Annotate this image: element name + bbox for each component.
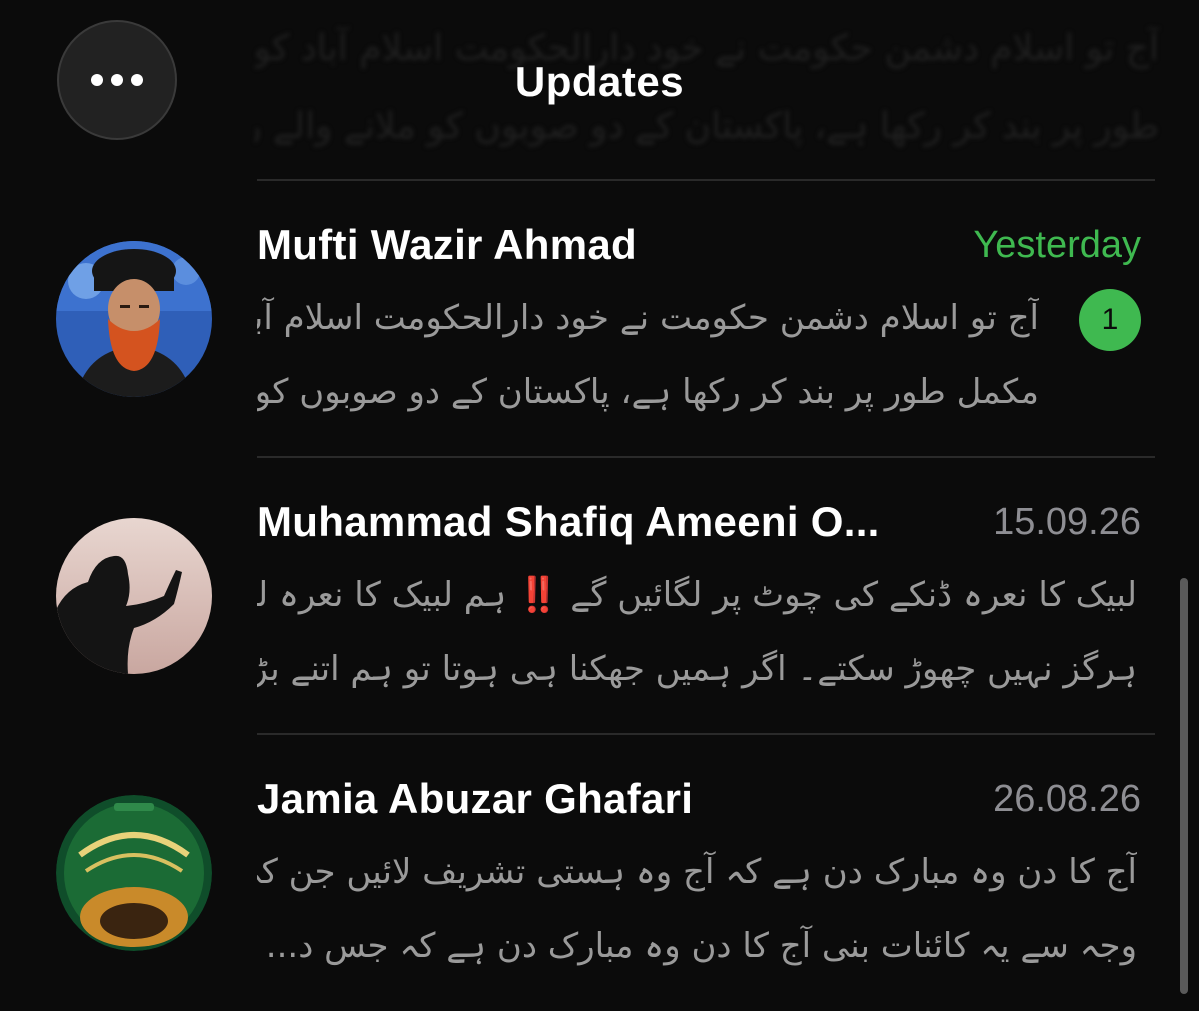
chat-preview: آج تو اسلام دشمن حکومت نے خود دارالحکومت… <box>257 281 1039 429</box>
unread-count-badge: 1 <box>1079 289 1141 351</box>
preview-line-2: وجہ سے یہ کائنات بنی آج کا دن وہ مبارک د… <box>265 926 1137 966</box>
header: آج تو اسلام دشمن حکومت نے خود دارالحکومت… <box>0 0 1199 178</box>
preview-line-2: ہرگز نہیں چھوڑ سکتے۔ اگر ہمیں جھکنا ہی ہ… <box>257 649 1137 689</box>
preview-line-1: آج تو اسلام دشمن حکومت نے خود دارالحکومت… <box>257 298 1039 338</box>
double-exclamation-emoji: ‼️ <box>517 575 560 615</box>
chat-row-jamia-abuzar-ghafari[interactable]: Jamia Abuzar Ghafari 26.08.26 آج کا دن و… <box>0 735 1199 1011</box>
preview-text-part-1: لبیک کا نعرہ ڈنکے کی چوٹ پر لگائیں گے <box>570 575 1137 615</box>
chat-name: Muhammad Shafiq Ameeni O... <box>257 498 880 545</box>
chat-date: Yesterday <box>973 224 1141 266</box>
avatar <box>56 795 212 951</box>
scrollbar[interactable] <box>1180 578 1188 994</box>
avatar <box>56 241 212 397</box>
avatar-portrait-image <box>56 241 212 397</box>
avatar-logo-image <box>56 795 212 951</box>
chat-name: Jamia Abuzar Ghafari <box>257 775 694 822</box>
chat-row-mufti-wazir-ahmad[interactable]: Mufti Wazir Ahmad Yesterday آج تو اسلام … <box>0 181 1199 457</box>
page-title: Updates <box>514 58 685 105</box>
chat-date: 26.08.26 <box>993 778 1141 820</box>
chat-name: Mufti Wazir Ahmad <box>257 221 637 268</box>
avatar-silhouette-image <box>56 518 212 674</box>
chat-date: 15.09.26 <box>993 501 1141 543</box>
avatar <box>56 518 212 674</box>
preview-line-2: مکمل طور پر بند کر رکھا ہے، پاکستان کے د… <box>257 372 1039 412</box>
chat-preview: آج کا دن وہ مبارک دن ہے کہ آج وہ ہستی تش… <box>257 835 1137 983</box>
preview-line-1: آج کا دن وہ مبارک دن ہے کہ آج وہ ہستی تش… <box>257 852 1137 892</box>
chat-preview: لبیک کا نعرہ ڈنکے کی چوٹ پر لگائیں گے ‼️… <box>257 558 1137 706</box>
preview-text-part-2: ہم لبیک کا نعرہ لگانا <box>257 575 507 615</box>
preview-line-1: لبیک کا نعرہ ڈنکے کی چوٹ پر لگائیں گے ‼️… <box>257 558 1137 632</box>
chat-row-muhammad-shafiq-ameeni[interactable]: Muhammad Shafiq Ameeni O... 15.09.26 لبی… <box>0 458 1199 734</box>
